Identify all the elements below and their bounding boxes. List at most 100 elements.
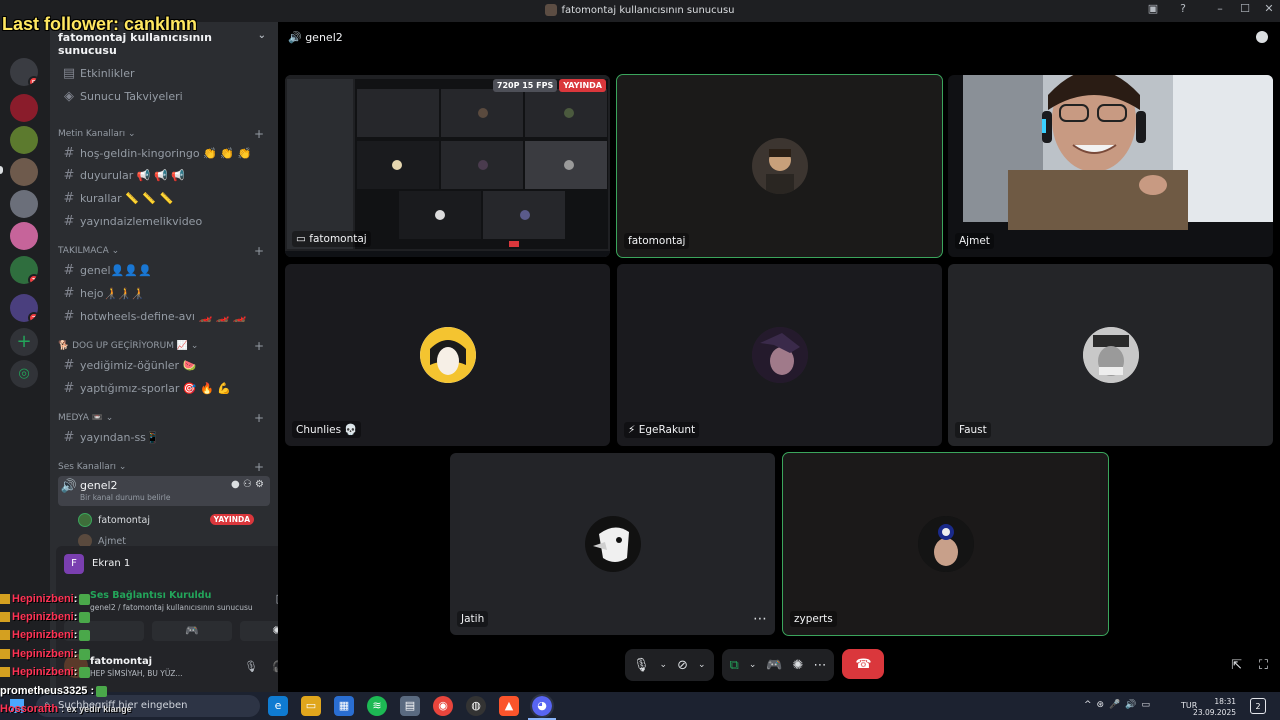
category-medya[interactable]: MEDYA 📼 ⌄ + — [58, 411, 270, 427]
voice-user[interactable]: fatomontaj YAYINDA — [78, 511, 266, 529]
participant-tile[interactable]: ⚡ EgeRakunt — [617, 264, 942, 446]
channel-item-food[interactable]: # yediğimiz-öğünler 🍉 — [58, 355, 270, 375]
voice-channel-label: genel2 — [80, 479, 118, 492]
channel-item-video[interactable]: # yayındaizlemelikvideo — [58, 211, 270, 231]
channel-label: duyurular 📢 📢 📢 — [80, 168, 185, 182]
soundboard-icon[interactable]: ✺ — [793, 658, 804, 673]
channel-item-rules[interactable]: # kurallar 📏 📏 📏 — [58, 188, 270, 208]
connection-detail[interactable]: genel2 / fatomontaj kullanıcısının sunuc… — [90, 603, 253, 612]
server-icon[interactable] — [10, 190, 38, 218]
chrome-icon[interactable]: ◉ — [433, 696, 453, 716]
server-icon[interactable]: 3 — [10, 294, 38, 322]
add-channel-icon[interactable]: + — [254, 460, 264, 474]
category-dog-up[interactable]: 🐕 DOG UP GEÇİRİYORUM 📈 ⌄ + — [58, 339, 270, 355]
discover-icon[interactable]: ◎ — [10, 360, 38, 388]
server-icon[interactable]: 1 — [10, 256, 38, 284]
discord-icon[interactable]: ◕ — [530, 694, 554, 718]
chevron-down-icon[interactable]: ⌄ — [660, 660, 668, 670]
server-icon[interactable] — [10, 158, 38, 186]
chat-toggle-icon[interactable] — [1256, 31, 1268, 43]
minimize-button[interactable]: – — [1210, 2, 1230, 15]
disconnect-button[interactable]: ☎ — [842, 649, 885, 679]
participant-name: fatomontaj — [624, 233, 690, 249]
microphone-icon[interactable]: 🎙 — [633, 658, 650, 673]
add-server-icon[interactable]: + — [10, 328, 38, 356]
emote-icon — [79, 648, 91, 660]
screen-share-icon[interactable]: ⧉ — [730, 658, 739, 673]
chevron-down-icon: ⌄ — [257, 30, 266, 41]
channel-item-stream-ss[interactable]: # yayından-ss📱 — [58, 427, 270, 447]
notifications-icon[interactable]: 2 — [1250, 698, 1266, 714]
chat-user: Hepinizbeni — [12, 611, 74, 623]
participant-tile[interactable]: Faust — [948, 264, 1273, 446]
channel-item-welcome[interactable]: # hoş-geldin-kingoringo 👏 👏 👏 — [58, 143, 270, 163]
add-channel-icon[interactable]: + — [254, 411, 264, 425]
category-takilmaca[interactable]: TAKILMACA ⌄ + — [58, 244, 270, 260]
close-button[interactable]: ✕ — [1259, 2, 1279, 15]
channel-item-hejo[interactable]: # hejo🧑‍🦯🧑‍🦯🧑‍🦯 — [58, 283, 270, 303]
stream-tile[interactable]: 720P 15 FPS YAYINDA ▭ fatomontaj — [285, 75, 610, 257]
more-options-icon[interactable]: ⋯ — [753, 611, 767, 627]
chat-user: Hepinizbeni — [12, 666, 74, 678]
connection-status[interactable]: Ses Bağlantısı Kuruldu — [90, 590, 211, 601]
voice-channel-actions[interactable]: ● ⚇ ⚙ — [231, 479, 264, 490]
voice-channel-header: 🔊 genel2 — [288, 31, 343, 44]
store-icon[interactable]: ▦ — [334, 696, 354, 716]
pop-out-icon[interactable]: ⇱ — [1231, 658, 1242, 673]
add-channel-icon[interactable]: + — [254, 339, 264, 353]
server-icon[interactable] — [10, 222, 38, 250]
microphone-icon[interactable]: 🎙 — [244, 660, 258, 673]
category-label: Metin Kanalları — [58, 129, 126, 139]
chevron-down-icon[interactable]: ⌄ — [698, 660, 706, 670]
server-icon[interactable]: 5 — [10, 58, 38, 86]
camera-off-icon[interactable]: ⊘ — [677, 658, 688, 673]
avatar — [78, 513, 92, 527]
spotify-icon[interactable]: ≋ — [367, 696, 387, 716]
participant-name: Faust — [955, 422, 991, 438]
category-text-channels[interactable]: Metin Kanalları ⌄ + — [58, 127, 270, 143]
add-channel-icon[interactable]: + — [254, 244, 264, 258]
help-icon[interactable]: ? — [1173, 2, 1193, 15]
brave-icon[interactable]: ▲ — [499, 696, 519, 716]
more-options-icon[interactable]: ⋯ — [813, 658, 826, 673]
game-controller-icon[interactable]: 🎮 — [766, 658, 782, 673]
voice-channel-genel2[interactable]: 🔊 genel2 Bir kanal durumu belirle ● ⚇ ⚙ — [58, 476, 270, 506]
inbox-icon[interactable]: ▣ — [1143, 2, 1163, 15]
fullscreen-icon[interactable]: ⛶ — [1259, 658, 1268, 673]
calculator-icon[interactable]: ▤ — [400, 696, 420, 716]
clock[interactable]: 18:31 23.09.2025 — [1193, 696, 1236, 718]
file-explorer-icon[interactable]: ▭ — [301, 696, 321, 716]
channel-item-announcements[interactable]: # duyurular 📢 📢 📢 — [58, 165, 270, 185]
emote-icon — [79, 593, 91, 605]
events-item[interactable]: ▤ Etkinlikler — [58, 63, 270, 83]
participant-name-text: EgeRakunt — [638, 424, 696, 436]
participant-tile[interactable]: Jatih ⋯ — [450, 453, 775, 635]
edge-icon[interactable]: e — [268, 696, 288, 716]
calendar-icon: ▤ — [62, 65, 76, 81]
participant-name-text: fatomontaj — [309, 233, 367, 245]
participant-tile[interactable]: fatomontaj — [616, 74, 943, 258]
server-icon[interactable] — [10, 94, 38, 122]
participant-tile[interactable]: Chunlies 💀 — [285, 264, 610, 446]
camera-tile[interactable]: Ajmet — [948, 75, 1273, 257]
boosts-item[interactable]: ◈ Sunucu Takviyeleri — [58, 86, 270, 106]
server-icon[interactable] — [10, 126, 38, 154]
participant-tile[interactable]: zyperts — [782, 452, 1109, 636]
chevron-down-icon[interactable]: ⌄ — [749, 660, 757, 670]
channel-item-hotwheels[interactable]: # hotwheels-define-avı 🏎️ 🏎️ 🏎️ — [58, 306, 270, 326]
obs-icon[interactable]: ◍ — [466, 696, 486, 716]
channel-label: kurallar 📏 📏 📏 — [80, 191, 174, 205]
participant-name: ⚡ EgeRakunt — [624, 422, 700, 438]
participant-name: zyperts — [790, 611, 837, 627]
maximize-button[interactable]: ☐ — [1235, 2, 1255, 15]
system-tray-icons[interactable]: ^⊛🎤🔊▭ — [1084, 700, 1155, 710]
window-title-text: fatomontaj kullanıcısının sunucusu — [561, 5, 735, 16]
channel-item-sports[interactable]: # yaptığımız-sporlar 🎯 🔥 💪 — [58, 378, 270, 398]
channel-label: hejo🧑‍🦯🧑‍🦯🧑‍🦯 — [80, 286, 145, 300]
activity-button[interactable]: 🎮 — [152, 621, 232, 641]
category-voice-channels[interactable]: Ses Kanalları ⌄ + — [58, 460, 270, 476]
channel-status-hint[interactable]: Bir kanal durumu belirle — [80, 493, 170, 502]
channel-label: yayındaizlemelikvideo — [80, 214, 203, 228]
add-channel-icon[interactable]: + — [254, 127, 264, 141]
channel-item-genel[interactable]: # genel👤👤👤 — [58, 260, 270, 280]
